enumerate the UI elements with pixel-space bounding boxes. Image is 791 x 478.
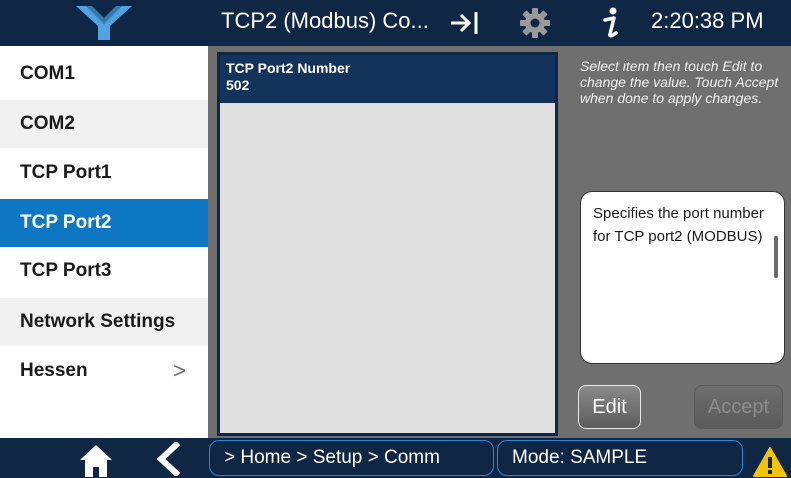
sidebar-item-label: TCP Port3 [20, 260, 112, 281]
clock: 2:20:38 PM [651, 8, 764, 33]
top-bar: TCP2 (Modbus) Co... 2:20:38 PM [0, 0, 791, 46]
sidebar-item-network-settings[interactable]: Network Settings [0, 298, 208, 346]
warning-icon[interactable] [752, 446, 788, 478]
gear-icon[interactable] [519, 7, 551, 39]
info-icon[interactable] [599, 5, 623, 41]
page-title: TCP2 (Modbus) Co... [221, 8, 429, 33]
logo-area [0, 0, 208, 46]
bottom-bar: > Home > Setup > Comm Mode: SAMPLE [0, 438, 791, 478]
breadcrumb[interactable]: > Home > Setup > Comm [209, 440, 494, 476]
sidebar-item-com1[interactable]: COM1 [0, 50, 208, 98]
edit-button[interactable]: Edit [578, 385, 641, 429]
mode-status: Mode: SAMPLE [497, 440, 743, 476]
list-item-value: 502 [226, 77, 250, 93]
sidebar-item-label: TCP Port2 [20, 212, 112, 233]
sidebar-item-label: COM1 [20, 63, 75, 84]
list-item[interactable]: TCP Port2 Number 502 [220, 55, 555, 103]
sidebar-item-label: Network Settings [20, 311, 176, 332]
home-icon[interactable] [78, 443, 114, 477]
company-logo [76, 6, 132, 40]
accept-button[interactable]: Accept [694, 385, 783, 429]
back-chevron-icon[interactable] [155, 442, 181, 476]
sidebar-item-tcp-port2[interactable]: TCP Port2 [0, 199, 208, 247]
sidebar: COM1 COM2 TCP Port1 TCP Port2 TCP Port3 … [0, 46, 208, 438]
settings-list: TCP Port2 Number 502 [217, 52, 558, 436]
description-text: Specifies the port number for TCP port2 … [593, 205, 764, 245]
sidebar-item-label: TCP Port1 [20, 162, 112, 183]
sidebar-item-hessen[interactable]: Hessen > [0, 347, 208, 395]
exit-arrow-icon[interactable] [449, 10, 481, 36]
list-item-label: TCP Port2 Number [226, 60, 351, 76]
description-box: Specifies the port number for TCP port2 … [580, 191, 785, 364]
sidebar-item-label: Hessen [20, 360, 88, 381]
main-panel: TCP Port2 Number 502 Select item then to… [208, 46, 791, 438]
sidebar-item-tcp-port3[interactable]: TCP Port3 [0, 247, 208, 295]
instruction-text: Select item then touch Edit to change th… [580, 58, 779, 106]
description-scrollbar[interactable] [774, 236, 778, 278]
sidebar-item-label: COM2 [20, 113, 75, 134]
sidebar-item-tcp-port1[interactable]: TCP Port1 [0, 149, 208, 197]
chevron-right-icon: > [173, 358, 186, 383]
sidebar-item-com2[interactable]: COM2 [0, 100, 208, 148]
